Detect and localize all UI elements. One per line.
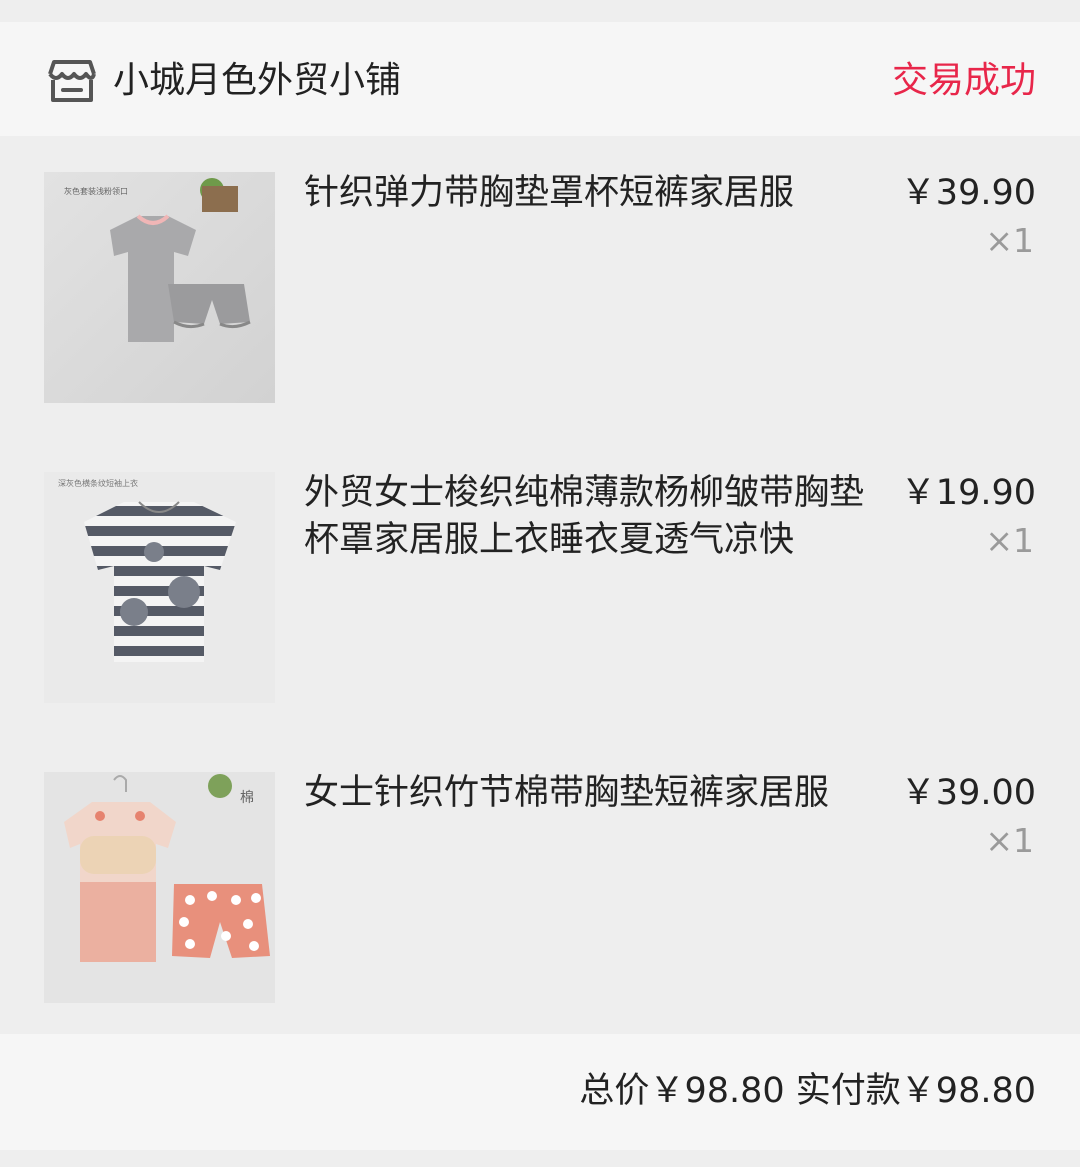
total-label: 总价: [579, 1071, 650, 1111]
order-item-list: 灰色套装浅粉领口 针织弹力带胸垫罩杯短裤家居服 ￥39.90 ×1 深灰色横条纹…: [0, 136, 1080, 1034]
image-caption: 灰色套装浅粉领口: [64, 186, 128, 196]
product-title[interactable]: 针织弹力带胸垫罩杯短裤家居服: [304, 170, 874, 217]
image-caption: 棉: [240, 789, 254, 806]
product-quantity: ×1: [985, 221, 1034, 260]
order-detail-page: 小城月色外贸小铺 交易成功 灰色套装浅粉领口 针织弹力带胸垫罩杯短裤家居服 ￥3…: [0, 0, 1080, 1167]
image-caption: 深灰色横条纹短袖上衣: [58, 478, 138, 488]
product-image[interactable]: 棉: [44, 772, 275, 1003]
list-item[interactable]: 棉 女士针织竹节棉带胸垫短裤家居服 ￥39.00 ×1: [0, 736, 1080, 1036]
paid-label: 实付款: [795, 1071, 901, 1111]
product-quantity: ×1: [985, 821, 1034, 860]
order-summary: 总价￥98.80 实付款￥98.80: [579, 1068, 1036, 1114]
shop-name[interactable]: 小城月色外贸小铺: [113, 56, 401, 106]
product-title[interactable]: 女士针织竹节棉带胸垫短裤家居服: [304, 770, 874, 817]
product-price: ￥39.00: [900, 773, 1036, 813]
product-quantity: ×1: [985, 521, 1034, 560]
product-price: ￥39.90: [900, 173, 1036, 213]
list-item[interactable]: 深灰色横条纹短袖上衣 外贸女士梭织纯棉薄款杨柳皱带胸垫杯罩家居服上衣睡衣夏透气凉…: [0, 436, 1080, 736]
product-price: ￥19.90: [900, 473, 1036, 513]
product-title[interactable]: 外贸女士梭织纯棉薄款杨柳皱带胸垫杯罩家居服上衣睡衣夏透气凉快: [304, 470, 874, 564]
paid-value: ￥98.80: [900, 1071, 1036, 1111]
total-value: ￥98.80: [649, 1071, 785, 1111]
order-summary-bar: 总价￥98.80 实付款￥98.80: [0, 1034, 1080, 1150]
order-status: 交易成功: [891, 60, 1036, 101]
list-item[interactable]: 灰色套装浅粉领口 针织弹力带胸垫罩杯短裤家居服 ￥39.90 ×1: [0, 136, 1080, 436]
store-icon: [46, 58, 98, 104]
product-image[interactable]: 灰色套装浅粉领口: [44, 172, 275, 403]
product-image[interactable]: 深灰色横条纹短袖上衣: [44, 472, 275, 703]
shop-header[interactable]: 小城月色外贸小铺 交易成功: [0, 22, 1080, 136]
